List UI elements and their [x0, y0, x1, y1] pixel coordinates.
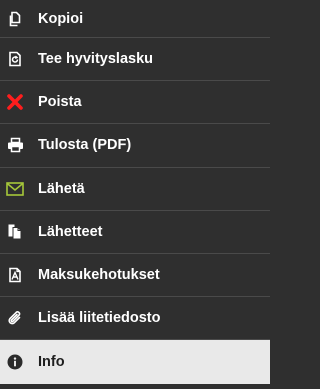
menu-item-maksukehotukset[interactable]: Maksukehotukset — [0, 254, 270, 298]
credit-note-icon — [6, 50, 24, 68]
menu-item-tulosta[interactable]: Tulosta (PDF) — [0, 124, 270, 168]
menu-item-label: Maksukehotukset — [38, 267, 160, 284]
menu-item-label: Lähetä — [38, 180, 85, 197]
menu-item-label: Kopioi — [38, 10, 84, 27]
menu-item-lahetteet[interactable]: Lähetteet — [0, 211, 270, 254]
menu-item-info[interactable]: Info — [0, 340, 270, 384]
paperclip-icon — [6, 309, 24, 327]
menu-item-label: Lähetteet — [38, 223, 103, 240]
menu-item-label: Poista — [38, 94, 82, 111]
payment-reminder-icon — [6, 266, 24, 284]
menu-item-label: Info — [38, 353, 65, 370]
menu-item-kopioi[interactable]: Kopioi — [0, 0, 270, 38]
menu-item-label: Tulosta (PDF) — [38, 137, 132, 154]
menu-item-label: Lisää liitetiedosto — [38, 310, 161, 327]
menu-item-label: Tee hyvityslasku — [38, 51, 153, 68]
menu-item-poista[interactable]: Poista — [0, 81, 270, 125]
documents-icon — [6, 223, 24, 241]
context-menu: Kopioi Tee hyvityslasku Poista Tulosta (… — [0, 0, 270, 389]
delete-icon — [6, 93, 24, 111]
info-icon — [6, 353, 24, 371]
menu-item-tee-hyvityslasku[interactable]: Tee hyvityslasku — [0, 38, 270, 82]
menu-item-lisaa-liitetiedosto[interactable]: Lisää liitetiedosto — [0, 297, 270, 341]
print-icon — [6, 136, 24, 154]
menu-item-laheta[interactable]: Lähetä — [0, 168, 270, 211]
envelope-icon — [6, 180, 24, 198]
copy-icon — [6, 10, 24, 28]
